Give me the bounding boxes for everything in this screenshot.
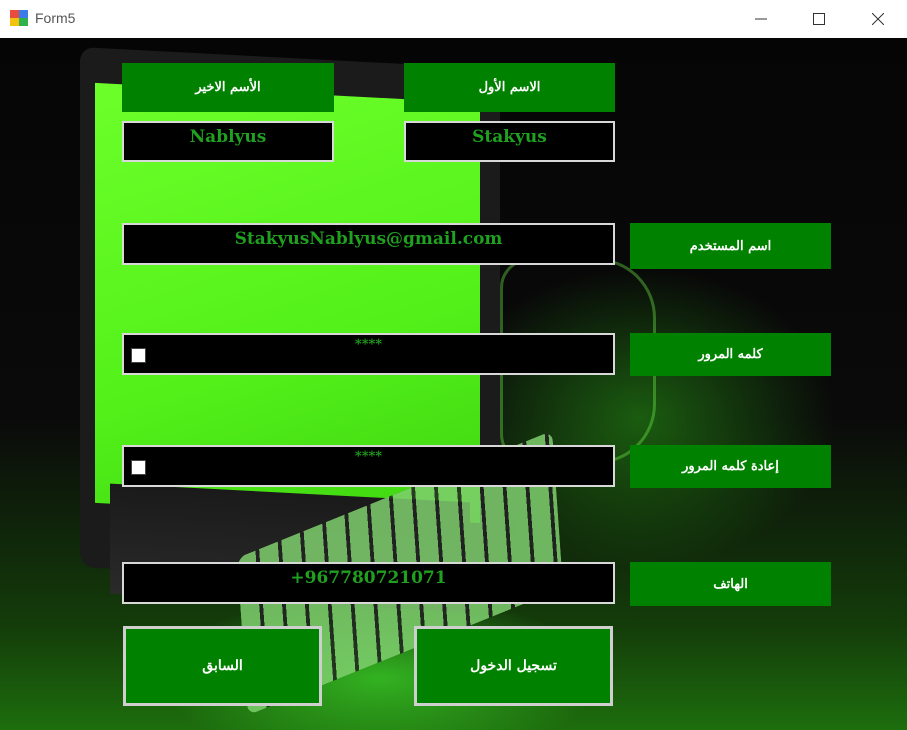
minimize-button[interactable] <box>732 0 790 38</box>
form-client-area: الأسم الاخير الاسم الأول اسم المستخدم كل… <box>0 38 907 730</box>
first-name-label: الاسم الأول <box>404 63 615 112</box>
previous-button[interactable]: السابق <box>123 626 322 706</box>
username-input[interactable]: StakyusNablyus@gmail.com <box>122 223 615 265</box>
phone-input[interactable]: +967780721071 <box>122 562 615 604</box>
show-password-checkbox[interactable] <box>131 348 146 363</box>
app-icon <box>10 10 28 26</box>
last-name-input[interactable]: Nablyus <box>122 121 334 162</box>
window-title: Form5 <box>35 10 76 26</box>
confirm-password-value: **** <box>354 449 383 464</box>
last-name-label: الأسم الاخير <box>122 63 334 112</box>
username-label: اسم المستخدم <box>630 223 831 269</box>
first-name-input[interactable]: Stakyus <box>404 121 615 162</box>
minimize-icon <box>755 18 767 20</box>
close-button[interactable] <box>849 0 907 38</box>
maximize-icon <box>813 13 825 25</box>
maximize-button[interactable] <box>790 0 848 38</box>
close-icon <box>872 13 884 25</box>
confirm-password-label: إعادة كلمه المرور <box>630 445 831 488</box>
title-bar: Form5 <box>0 0 907 38</box>
password-label: كلمه المرور <box>630 333 831 376</box>
password-value: **** <box>354 337 383 352</box>
confirm-password-input[interactable]: **** <box>122 445 615 487</box>
login-button[interactable]: تسجيل الدخول <box>414 626 613 706</box>
password-input[interactable]: **** <box>122 333 615 375</box>
phone-label: الهاتف <box>630 562 831 606</box>
show-confirm-password-checkbox[interactable] <box>131 460 146 475</box>
